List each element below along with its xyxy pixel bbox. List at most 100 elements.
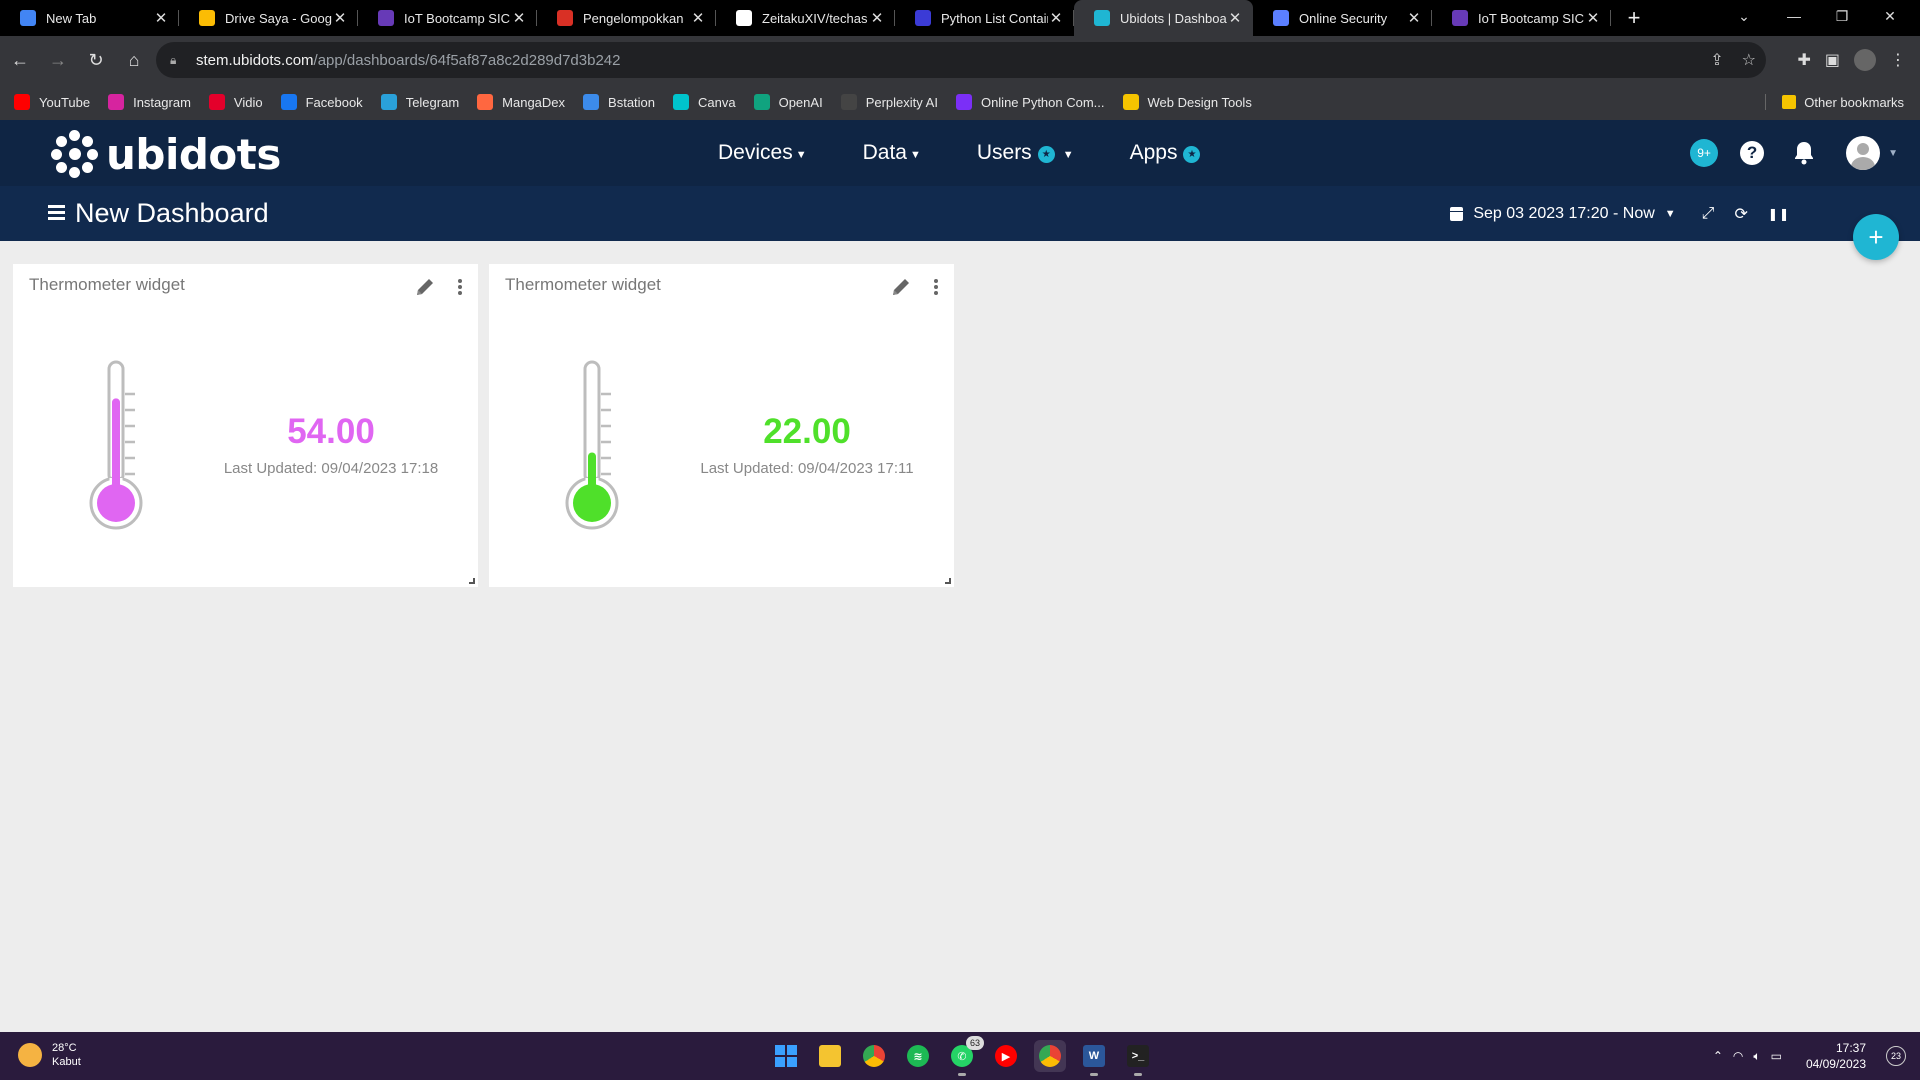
url-path: /app/dashboards/64f5af87a8c2d289d7d3b242 — [313, 51, 621, 69]
bookmark-item[interactable]: Web Design Tools — [1122, 94, 1252, 110]
browser-tab[interactable]: IoT Bootcamp SIC ✕ — [1432, 0, 1611, 36]
notification-center-badge[interactable]: 23 — [1886, 1046, 1906, 1066]
extensions-icon[interactable]: ✚ — [1797, 50, 1810, 70]
reload-icon[interactable]: ↻ — [78, 42, 114, 78]
browser-tab[interactable]: Python List Contain ✕ — [895, 0, 1074, 36]
close-tab-icon[interactable]: ✕ — [1048, 9, 1064, 27]
bookmark-item[interactable]: Perplexity AI — [840, 94, 938, 110]
refresh-icon[interactable]: ⟳ — [1734, 204, 1747, 224]
battery-icon[interactable]: ▭ — [1771, 1049, 1782, 1063]
browser-tab[interactable]: ZeitakuXIV/techas ✕ — [716, 0, 895, 36]
whatsapp-icon[interactable]: ✆ 63 — [946, 1036, 984, 1076]
address-bar[interactable]: 🔒︎ stem.ubidots.com/app/dashboards/64f5a… — [156, 42, 1766, 78]
chrome-icon[interactable] — [858, 1040, 890, 1072]
youtube-music-icon[interactable]: ▶ — [990, 1040, 1022, 1072]
pause-icon[interactable]: ❚❚ — [1768, 207, 1790, 221]
close-tab-icon[interactable]: ✕ — [1585, 9, 1601, 27]
notification-count-badge[interactable]: 9+ — [1690, 139, 1719, 167]
close-tab-icon[interactable]: ✕ — [1406, 9, 1422, 27]
close-tab-icon[interactable]: ✕ — [690, 9, 706, 27]
terminal-icon[interactable]: >_ — [1122, 1040, 1154, 1076]
restore-button[interactable]: ❐ — [1818, 0, 1866, 32]
tab-title: New Tab — [46, 10, 97, 26]
chevron-up-icon[interactable]: ⌃ — [1713, 1049, 1723, 1063]
browser-tab[interactable]: Online Security ✕ — [1253, 0, 1432, 36]
bell-icon[interactable] — [1792, 140, 1816, 166]
bookmark-item[interactable]: Instagram — [108, 94, 191, 110]
minimize-button[interactable]: — — [1770, 0, 1818, 32]
close-window-button[interactable]: ✕ — [1866, 0, 1914, 32]
home-icon[interactable]: ⌂ — [116, 42, 152, 78]
close-tab-icon[interactable]: ✕ — [511, 9, 527, 27]
ubidots-logo[interactable]: ubidots — [50, 129, 281, 179]
user-avatar[interactable] — [1846, 136, 1881, 170]
close-tab-icon[interactable]: ✕ — [332, 9, 348, 27]
spotify-icon[interactable]: ≋ — [902, 1040, 934, 1072]
tab-search-icon[interactable]: ⌄ — [1720, 0, 1768, 32]
profile-avatar[interactable] — [1854, 49, 1876, 71]
browser-tab[interactable]: New Tab ✕ — [0, 0, 179, 36]
caret-down-icon[interactable]: ▼ — [1888, 148, 1898, 159]
add-widget-button[interactable]: + — [1853, 214, 1899, 260]
wifi-icon[interactable]: ◠ — [1733, 1049, 1743, 1063]
browser-tab[interactable]: IoT Bootcamp SIC ✕ — [358, 0, 537, 36]
date-range-picker[interactable]: Sep 03 2023 17:20 - Now ▼ — [1450, 205, 1676, 223]
dashboard-title[interactable]: New Dashboard — [75, 198, 269, 229]
nav-apps[interactable]: Apps ★ — [1130, 141, 1201, 165]
close-tab-icon[interactable]: ✕ — [869, 9, 885, 27]
lock-icon[interactable]: 🔒︎ — [170, 53, 184, 68]
forward-icon[interactable]: → — [40, 42, 76, 78]
word-icon[interactable]: W — [1078, 1040, 1110, 1076]
bookmark-label: Vidio — [233, 94, 263, 110]
pencil-icon[interactable] — [414, 276, 436, 298]
nav-devices[interactable]: Devices ▼ — [718, 141, 807, 165]
hamburger-menu-icon[interactable] — [48, 205, 65, 220]
bookmark-item[interactable]: Telegram — [380, 94, 459, 110]
folder-icon — [1782, 95, 1797, 109]
bookmark-item[interactable]: YouTube — [14, 94, 90, 110]
fullscreen-icon[interactable]: ⤢ — [1702, 205, 1715, 223]
bookmark-item[interactable]: Facebook — [280, 94, 363, 110]
nav-data[interactable]: Data ▼ — [863, 141, 921, 165]
share-icon[interactable]: ⇪ — [1710, 50, 1723, 70]
more-options-icon[interactable] — [932, 276, 940, 298]
bookmark-item[interactable]: OpenAI — [753, 94, 823, 110]
pencil-icon[interactable] — [890, 276, 912, 298]
start-button[interactable] — [770, 1040, 802, 1072]
browser-tab[interactable]: Drive Saya - Googl ✕ — [179, 0, 358, 36]
bookmarks-divider — [1765, 94, 1766, 110]
bookmark-item[interactable]: Bstation — [583, 94, 655, 110]
browser-tab[interactable]: Pengelompokkan ✕ — [537, 0, 716, 36]
chrome-menu-icon[interactable]: ⋮ — [1890, 50, 1906, 70]
bookmark-favicon-icon — [14, 94, 30, 110]
new-tab-button[interactable]: + — [1619, 3, 1649, 33]
browser-tab[interactable]: Ubidots | Dashboa ✕ — [1074, 0, 1253, 36]
back-icon[interactable]: ← — [2, 42, 38, 78]
more-options-icon[interactable] — [456, 276, 464, 298]
tab-title: IoT Bootcamp SIC — [1478, 10, 1584, 26]
bookmark-item[interactable]: Online Python Com... — [955, 94, 1105, 110]
bookmark-label: Bstation — [608, 94, 656, 110]
bookmark-favicon-icon — [108, 94, 125, 110]
help-icon[interactable]: ? — [1740, 141, 1765, 165]
clock[interactable]: 17:37 04/09/2023 — [1806, 1040, 1866, 1072]
weather-condition: Kabut — [52, 1056, 81, 1068]
bookmark-item[interactable]: Vidio — [208, 94, 263, 110]
bookmark-item[interactable]: Canva — [673, 94, 736, 110]
resize-handle[interactable] — [945, 578, 951, 584]
bookmark-item[interactable]: MangaDex — [477, 94, 565, 110]
file-explorer-icon[interactable] — [814, 1040, 846, 1072]
widget-value: 54.00 — [287, 412, 375, 451]
close-tab-icon[interactable]: ✕ — [1227, 9, 1243, 27]
bookmark-favicon-icon — [477, 94, 494, 110]
close-tab-icon[interactable]: ✕ — [153, 9, 169, 27]
volume-icon[interactable]: 🔈︎ — [1753, 1049, 1760, 1064]
nav-users[interactable]: Users ★ ▼ — [977, 141, 1074, 165]
chrome-active-icon[interactable] — [1034, 1040, 1066, 1072]
resize-handle[interactable] — [469, 578, 475, 584]
weather-widget[interactable]: 28°C Kabut — [18, 1041, 81, 1069]
slides-icon — [557, 10, 573, 26]
other-bookmarks[interactable]: Other bookmarks — [1782, 84, 1904, 120]
side-panel-icon[interactable]: ▣ — [1825, 50, 1840, 70]
bookmark-star-icon[interactable]: ☆ — [1742, 50, 1756, 70]
